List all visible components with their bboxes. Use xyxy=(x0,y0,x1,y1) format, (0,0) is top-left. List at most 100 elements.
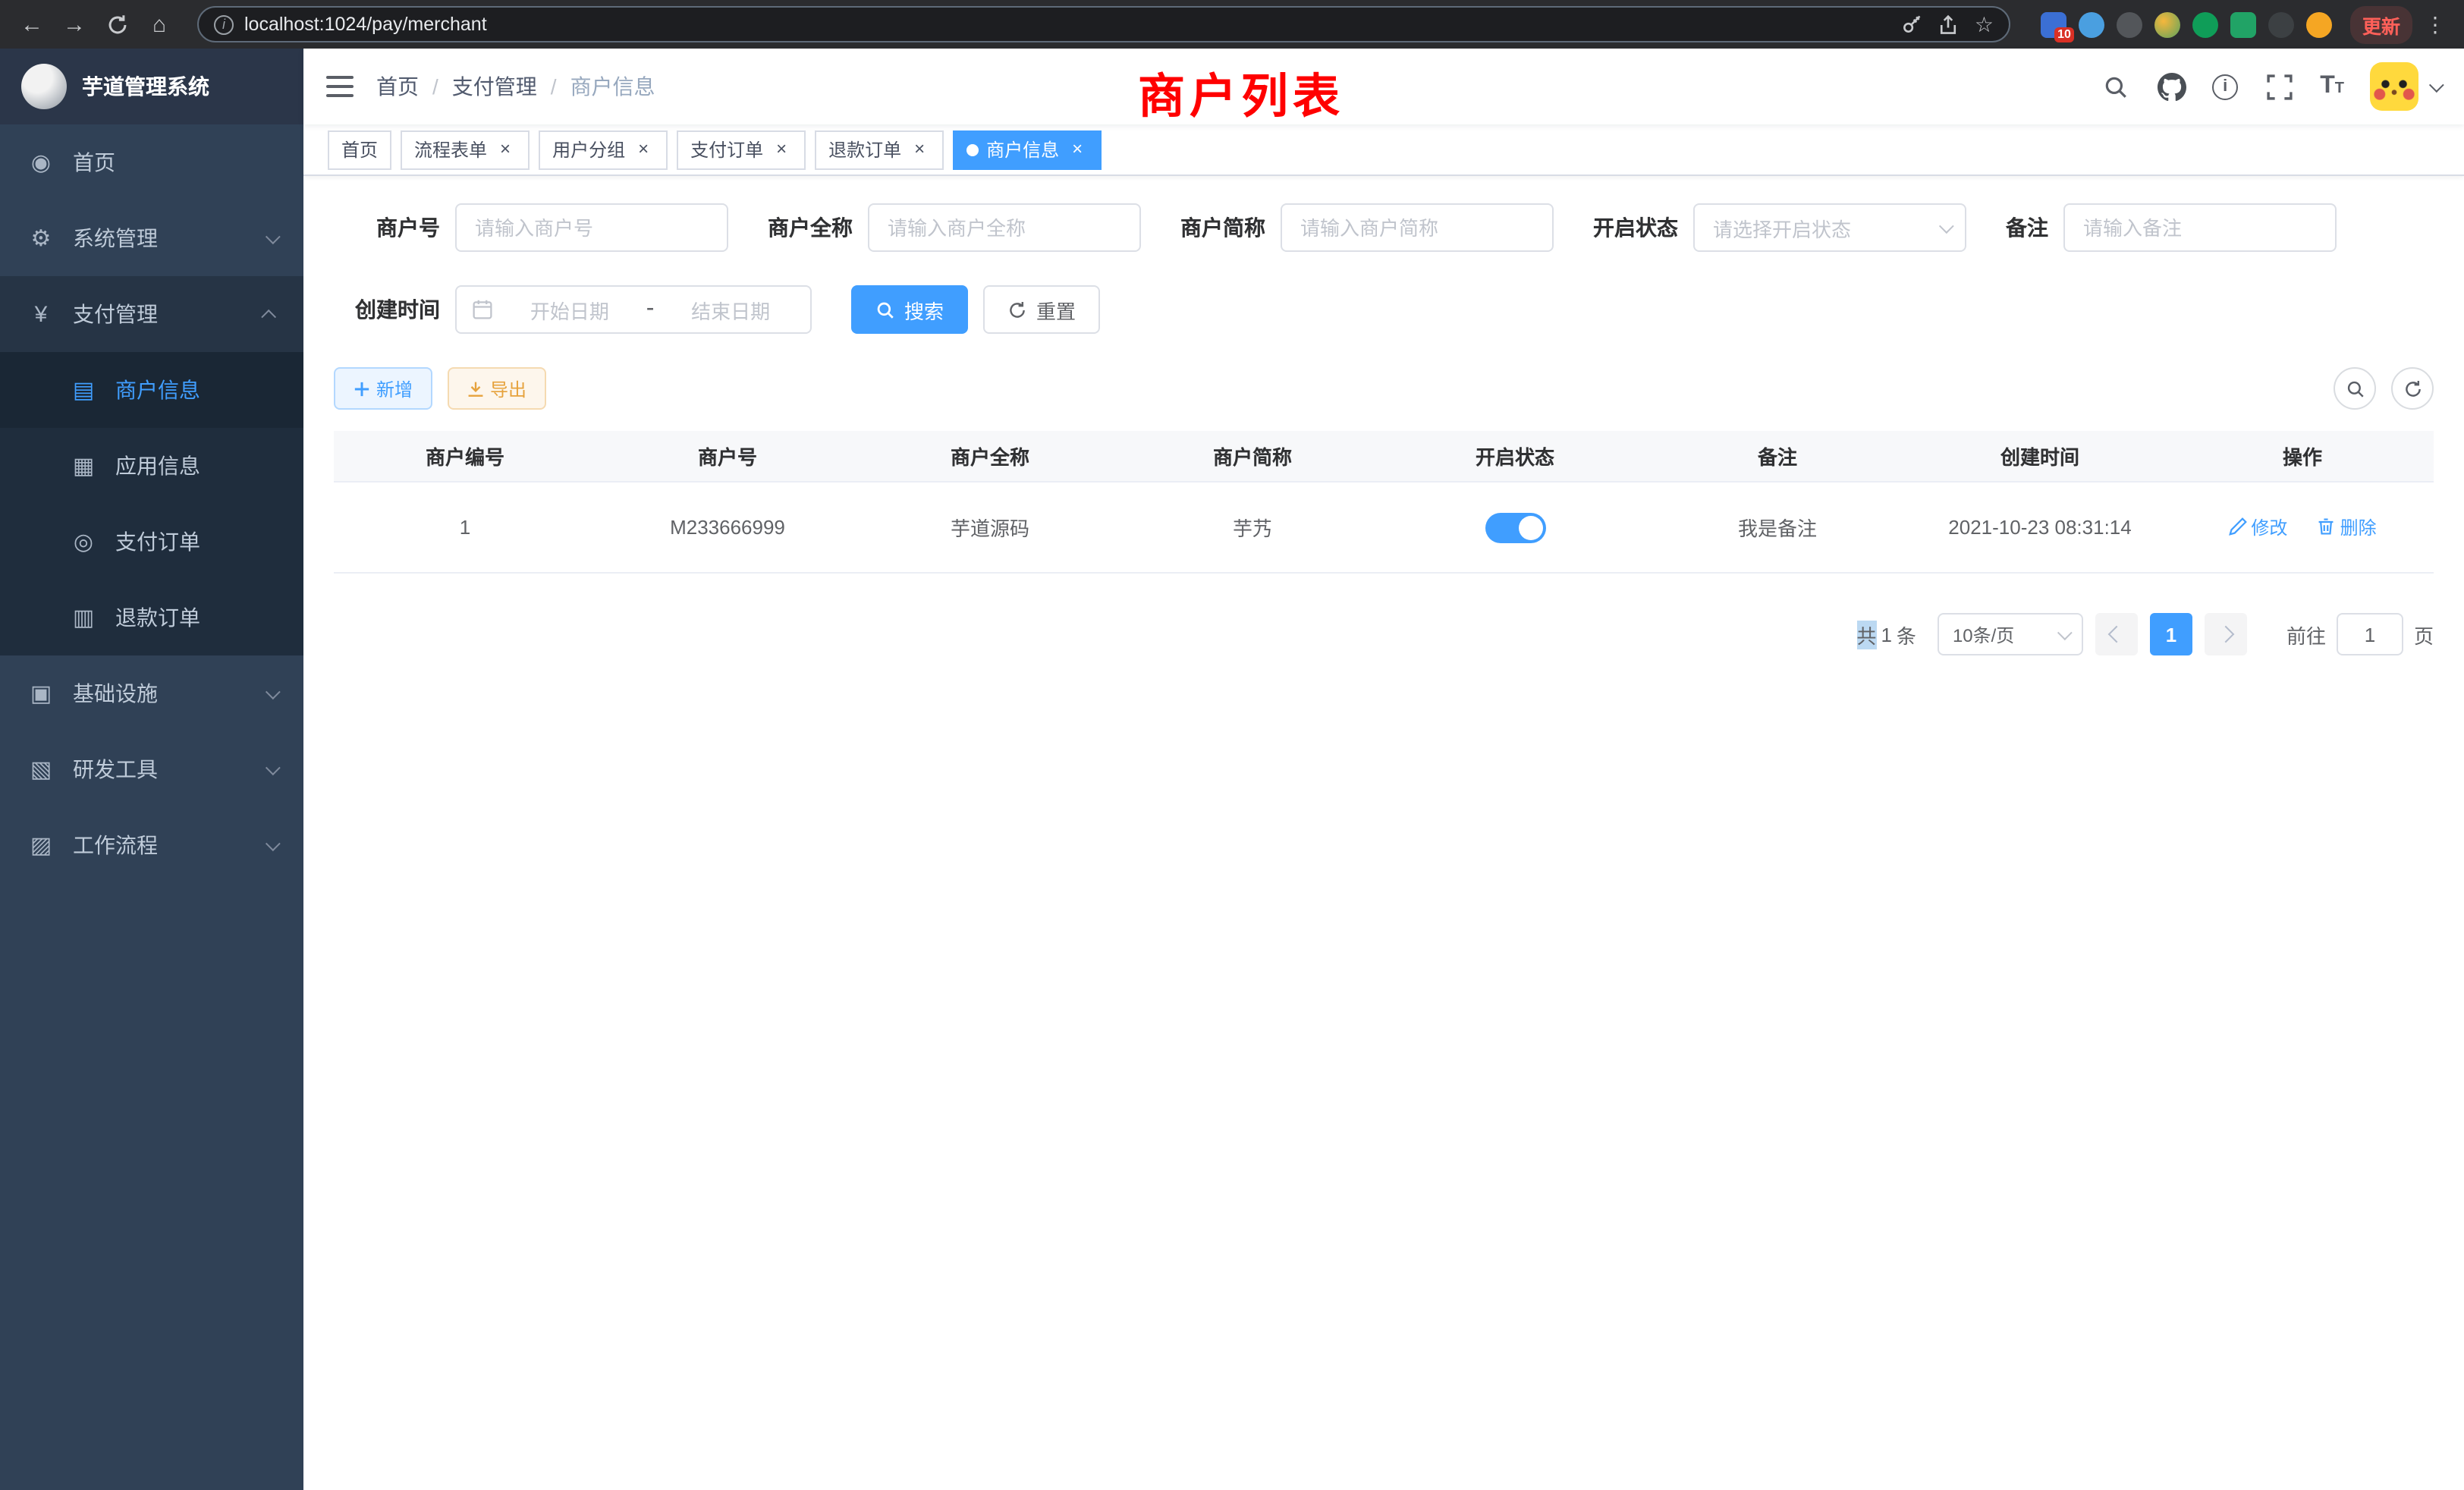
collapse-sidebar-button[interactable] xyxy=(303,49,376,124)
date-range-picker[interactable]: 开始日期 - 结束日期 xyxy=(455,285,812,334)
extension-icon[interactable] xyxy=(2117,11,2142,37)
breadcrumb-payment[interactable]: 支付管理 xyxy=(452,71,537,102)
chevron-down-icon xyxy=(1939,218,1954,233)
tab-process-form[interactable]: 流程表单 × xyxy=(401,130,530,169)
cell-remark: 我是备注 xyxy=(1646,513,1909,542)
merchant-short-label: 商户简称 xyxy=(1180,212,1265,243)
add-button[interactable]: 新增 xyxy=(334,367,432,410)
status-select[interactable]: 请选择开启状态 xyxy=(1693,203,1966,252)
remark-input[interactable] xyxy=(2063,203,2337,252)
extension-icon[interactable] xyxy=(2192,11,2218,37)
active-dot xyxy=(966,143,979,156)
page-unit-label: 页 xyxy=(2414,620,2434,649)
card-icon: ▤ xyxy=(70,376,97,404)
bookmark-star-icon[interactable]: ☆ xyxy=(1975,11,1994,37)
tab-refund-order[interactable]: 退款订单 × xyxy=(815,130,944,169)
search-button[interactable]: 搜索 xyxy=(851,285,968,334)
tab-home[interactable]: 首页 xyxy=(328,130,391,169)
gear-icon: ⚙ xyxy=(27,225,55,252)
browser-home-icon[interactable]: ⌂ xyxy=(143,8,176,41)
date-separator: - xyxy=(646,296,655,323)
sidebar-item-refund-order[interactable]: ▥ 退款订单 xyxy=(0,580,303,655)
tab-pay-order[interactable]: 支付订单 × xyxy=(677,130,806,169)
user-avatar-menu[interactable] xyxy=(2370,62,2440,111)
goto-label: 前往 xyxy=(2286,620,2326,649)
search-icon[interactable] xyxy=(2100,71,2130,102)
pagination-total: 共 1 条 xyxy=(1856,620,1916,649)
edit-link[interactable]: 修改 xyxy=(2228,514,2287,540)
merchant-no-input[interactable] xyxy=(455,203,728,252)
chevron-up-icon xyxy=(261,309,276,324)
extension-icon[interactable] xyxy=(2079,11,2104,37)
browser-menu-icon[interactable]: ⋮ xyxy=(2422,11,2449,37)
end-date-placeholder: 结束日期 xyxy=(666,295,795,324)
browser-forward-icon[interactable]: → xyxy=(58,8,91,41)
chevron-down-icon xyxy=(266,228,281,244)
tab-user-group[interactable]: 用户分组 × xyxy=(539,130,668,169)
close-icon[interactable]: × xyxy=(633,139,654,160)
sidebar-item-system[interactable]: ⚙ 系统管理 xyxy=(0,200,303,276)
table-row: 1 M233666999 芋道源码 芋艿 我是备注 2021-10-23 08:… xyxy=(334,483,2434,574)
close-icon[interactable]: × xyxy=(771,139,792,160)
show-search-toggle-button[interactable] xyxy=(2334,367,2376,410)
sidebar-item-payment[interactable]: ¥ 支付管理 xyxy=(0,276,303,352)
font-size-icon[interactable]: T T xyxy=(2320,73,2344,100)
password-key-icon[interactable] xyxy=(1902,14,1923,35)
close-icon[interactable]: × xyxy=(1067,139,1088,160)
merchant-no-label: 商户号 xyxy=(334,212,440,243)
merchant-name-input[interactable] xyxy=(868,203,1141,252)
url-bar[interactable]: i localhost:1024/pay/merchant ☆ xyxy=(197,6,2010,42)
export-button[interactable]: 导出 xyxy=(448,367,546,410)
prev-page-button[interactable] xyxy=(2095,613,2138,655)
sidebar-item-app-info[interactable]: ▦ 应用信息 xyxy=(0,428,303,504)
merchant-short-input[interactable] xyxy=(1281,203,1554,252)
help-icon[interactable]: i xyxy=(2212,74,2238,99)
next-page-button[interactable] xyxy=(2205,613,2247,655)
close-icon[interactable]: × xyxy=(909,139,930,160)
create-time-label: 创建时间 xyxy=(334,294,440,325)
browser-back-icon[interactable]: ← xyxy=(15,8,49,41)
sidebar-item-label: 工作流程 xyxy=(73,830,158,860)
extension-icon[interactable] xyxy=(2154,11,2180,37)
sidebar-item-infrastructure[interactable]: ▣ 基础设施 xyxy=(0,655,303,731)
sidebar-item-merchant-info[interactable]: ▤ 商户信息 xyxy=(0,352,303,428)
fullscreen-icon[interactable] xyxy=(2264,71,2294,102)
yen-icon: ¥ xyxy=(27,301,55,327)
url-text[interactable]: localhost:1024/pay/merchant xyxy=(244,14,1891,35)
refresh-button[interactable] xyxy=(2391,367,2434,410)
reset-button[interactable]: 重置 xyxy=(983,285,1100,334)
sidebar-item-pay-order[interactable]: ◎ 支付订单 xyxy=(0,504,303,580)
delete-link[interactable]: 删除 xyxy=(2318,514,2377,540)
extension-icon[interactable] xyxy=(2230,11,2256,37)
sidebar-logo[interactable]: 芋道管理系统 xyxy=(0,49,303,124)
breadcrumb-home[interactable]: 首页 xyxy=(376,71,419,102)
cell-merchant-id: 1 xyxy=(334,516,596,539)
extension-icon[interactable]: 10 xyxy=(2041,11,2066,37)
page-size-select[interactable]: 10条/页 xyxy=(1938,613,2083,655)
sidebar-item-dev-tools[interactable]: ▧ 研发工具 xyxy=(0,731,303,807)
extension-badge: 10 xyxy=(2054,27,2074,42)
sidebar-item-home[interactable]: ◉ 首页 xyxy=(0,124,303,200)
page-number-button[interactable]: 1 xyxy=(2150,613,2192,655)
site-info-icon[interactable]: i xyxy=(214,14,234,34)
browser-reload-icon[interactable] xyxy=(100,8,134,41)
share-icon[interactable] xyxy=(1938,13,1960,36)
extension-icon[interactable] xyxy=(2306,11,2332,37)
extension-icon[interactable] xyxy=(2268,11,2294,37)
chevron-right-icon xyxy=(2217,626,2235,643)
status-toggle[interactable] xyxy=(1485,512,1545,542)
goto-page-input[interactable] xyxy=(2337,613,2403,655)
browser-update-button[interactable]: 更新 xyxy=(2350,5,2412,43)
grid-icon: ▦ xyxy=(70,452,97,479)
sidebar-item-workflow[interactable]: ▨ 工作流程 xyxy=(0,807,303,883)
chevron-down-icon xyxy=(2429,77,2444,92)
github-icon[interactable] xyxy=(2156,71,2186,102)
monitor-icon: ▣ xyxy=(27,680,55,707)
sidebar: 芋道管理系统 ◉ 首页 ⚙ 系统管理 ¥ 支付管理 ▤ 商户信息 xyxy=(0,49,303,1490)
breadcrumb-separator: / xyxy=(551,74,557,99)
tab-merchant-info[interactable]: 商户信息 × xyxy=(953,130,1102,169)
chevron-down-icon xyxy=(266,684,281,699)
close-icon[interactable]: × xyxy=(495,139,516,160)
tools-icon: ▧ xyxy=(27,756,55,783)
start-date-placeholder: 开始日期 xyxy=(505,295,634,324)
